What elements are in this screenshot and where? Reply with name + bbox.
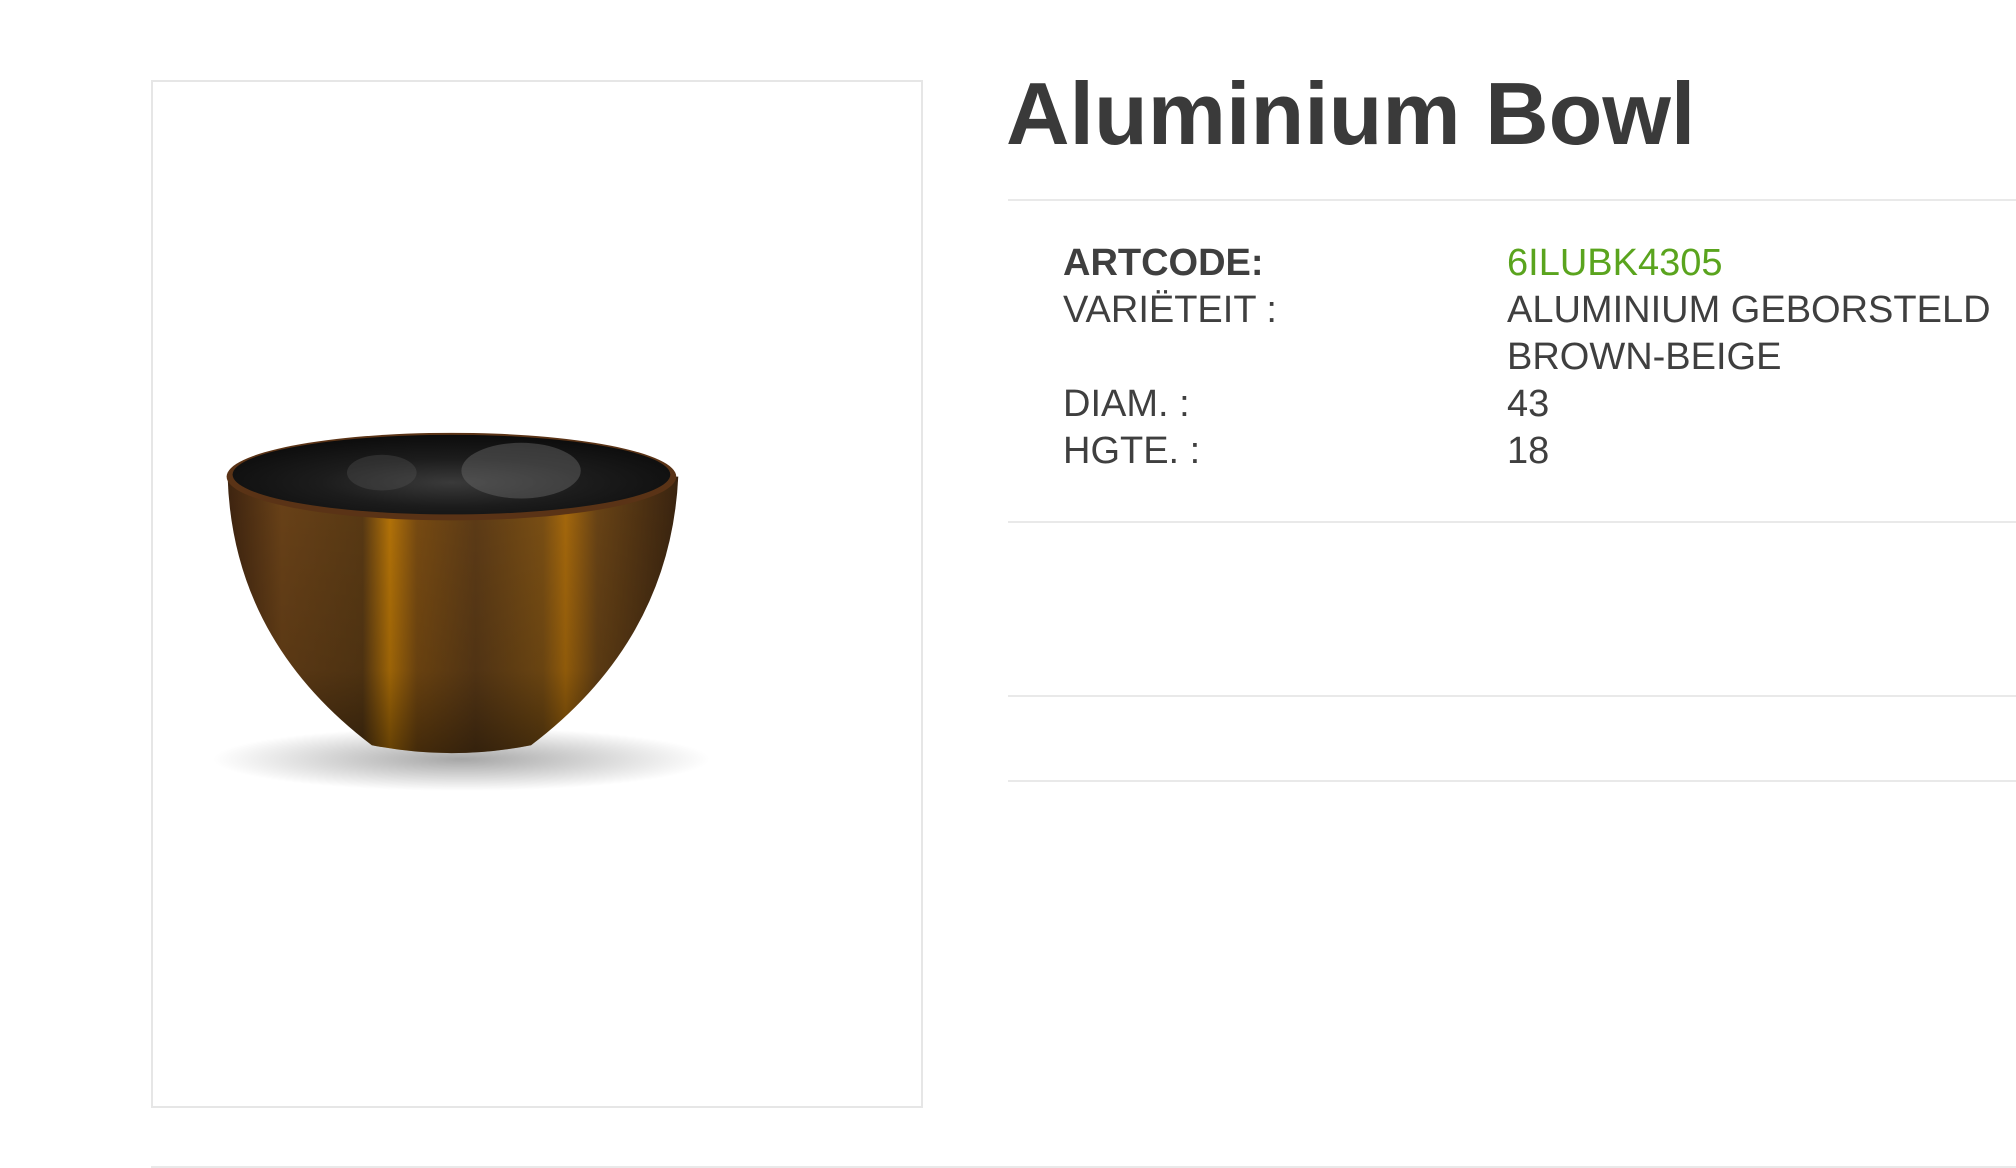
- spec-row-diameter: DIAM. : 43: [1063, 381, 1991, 428]
- spec-table: ARTCODE: 6ILUBK4305 VARIËTEIT : ALUMINIU…: [1063, 240, 1991, 475]
- variety-value: ALUMINIUM GEBORSTELD BROWN-BEIGE: [1507, 287, 1991, 381]
- artcode-label: ARTCODE:: [1063, 242, 1264, 284]
- divider: [1008, 521, 2016, 523]
- divider: [1008, 780, 2016, 782]
- spec-row-height: HGTE. : 18: [1063, 428, 1991, 475]
- height-value: 18: [1507, 430, 1550, 472]
- artcode-value: 6ILUBK4305: [1507, 242, 1723, 284]
- variety-value-line1: ALUMINIUM GEBORSTELD: [1507, 289, 1991, 331]
- product-image[interactable]: [151, 80, 923, 1108]
- diameter-label: DIAM. :: [1063, 383, 1190, 425]
- height-label: HGTE. :: [1063, 430, 1201, 472]
- variety-value-line2: BROWN-BEIGE: [1507, 336, 1782, 378]
- divider: [1008, 695, 2016, 697]
- divider: [1008, 199, 2016, 201]
- page-title: Aluminium Bowl: [1006, 64, 1696, 163]
- diameter-value: 43: [1507, 383, 1550, 425]
- spec-row-variety: VARIËTEIT : ALUMINIUM GEBORSTELD BROWN-B…: [1063, 287, 1991, 381]
- spec-row-artcode: ARTCODE: 6ILUBK4305: [1063, 240, 1991, 287]
- bowl-image: [212, 432, 711, 791]
- variety-label: VARIËTEIT :: [1063, 289, 1277, 331]
